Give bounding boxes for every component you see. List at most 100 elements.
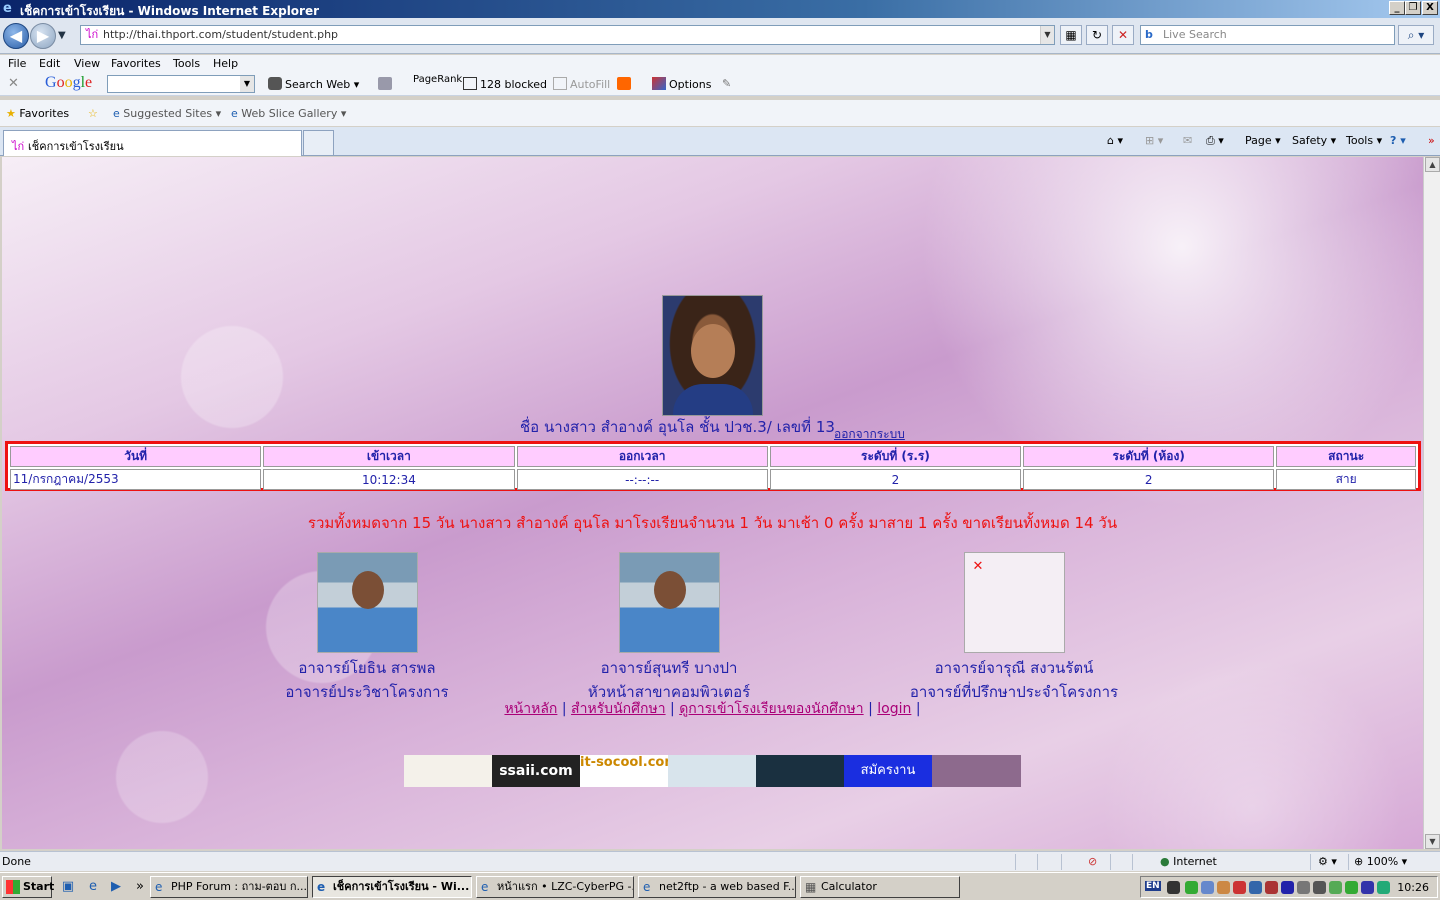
favorites-button[interactable]: ★ Favorites [6, 107, 69, 120]
banner-ad[interactable]: ssaii.com [492, 755, 580, 787]
menu-file[interactable]: File [8, 57, 26, 70]
add-favorite-icon[interactable]: ☆ [88, 107, 98, 120]
banner-ad[interactable] [932, 755, 1021, 787]
privacy-icon[interactable]: ⊘ [1088, 855, 1097, 868]
close-toolbar-icon[interactable]: ✕ [8, 76, 19, 91]
page-menu[interactable]: Page ▾ [1245, 134, 1281, 147]
suggested-sites-button[interactable]: e Suggested Sites ▾ [113, 107, 221, 120]
taskbar-button-active[interactable]: e เช็คการเข้าโรงเรียน - Wi... [312, 876, 472, 898]
tray-icon[interactable] [1217, 881, 1230, 894]
taskbar-button[interactable]: e หน้าแรก • LZC-CyberPG -... [476, 876, 634, 898]
autofill-button[interactable]: AutoFill [553, 77, 610, 91]
ie-quicklaunch-icon[interactable]: e [85, 879, 101, 895]
attendance-summary: รวมทั้งหมดจาก 15 วัน นางสาว สำอางค์ อุนโ… [307, 514, 1118, 532]
pencil-icon[interactable]: ✎ [722, 77, 731, 90]
search-input[interactable]: b Live Search [1140, 25, 1395, 45]
safety-menu[interactable]: Safety ▾ [1292, 134, 1336, 147]
banner-ad[interactable] [404, 755, 492, 787]
zoom-control[interactable]: ⊕ 100% ▾ [1354, 855, 1407, 868]
tray-icon[interactable] [1249, 881, 1262, 894]
vertical-scrollbar[interactable]: ▲ ▼ [1423, 157, 1440, 849]
home-icon[interactable]: ⌂ ▾ [1107, 134, 1123, 147]
tools-menu[interactable]: Tools ▾ [1346, 134, 1382, 147]
compatibility-view-button[interactable]: ▦ [1060, 25, 1082, 45]
more-quicklaunch-icon[interactable]: » [132, 879, 148, 895]
tray-icon[interactable] [1329, 881, 1342, 894]
status-text: Done [2, 855, 31, 868]
login-link[interactable]: login [877, 701, 911, 717]
clock[interactable]: 10:26 [1397, 881, 1429, 894]
menu-help[interactable]: Help [213, 57, 238, 70]
tray-icon[interactable] [1265, 881, 1278, 894]
tray-icon[interactable] [1297, 881, 1310, 894]
more-commands-icon[interactable]: » [1428, 134, 1435, 147]
language-indicator[interactable]: EN [1145, 881, 1161, 891]
stop-button[interactable]: ✕ [1112, 25, 1134, 45]
globe-icon: ● [1160, 855, 1170, 868]
tray-icon[interactable] [1167, 881, 1180, 894]
tray-icon[interactable] [1313, 881, 1326, 894]
tray-icon[interactable] [1345, 881, 1358, 894]
google-logo[interactable]: Google [45, 74, 92, 92]
recent-pages-dropdown-icon[interactable]: ▼ [58, 30, 66, 41]
taskbar-button[interactable]: ▦ Calculator [800, 876, 960, 898]
menu-bar: File Edit View Favorites Tools Help [0, 55, 1440, 72]
taskbar-button[interactable]: e PHP Forum : ถาม-ตอบ ก... [150, 876, 308, 898]
tray-icon[interactable] [1233, 881, 1246, 894]
google-search-dropdown-icon[interactable]: ▼ [240, 76, 254, 92]
new-tab-button[interactable] [303, 130, 334, 155]
address-dropdown-icon[interactable]: ▼ [1040, 26, 1054, 44]
menu-edit[interactable]: Edit [39, 57, 60, 70]
tray-icon[interactable] [1281, 881, 1294, 894]
taskbar-button[interactable]: e net2ftp - a web based F... [638, 876, 796, 898]
mail-icon[interactable]: ✉ [1183, 134, 1192, 147]
tab-current[interactable]: ไก่ เช็คการเข้าโรงเรียน [3, 130, 302, 156]
menu-view[interactable]: View [74, 57, 100, 70]
banner-ad[interactable]: สมัครงาน [844, 755, 932, 787]
ie-page-icon: e [113, 107, 120, 120]
refresh-button[interactable]: ↻ [1086, 25, 1108, 45]
forward-button[interactable]: ▶ [30, 23, 56, 49]
print-icon[interactable]: ⎙ ▾ [1206, 134, 1224, 148]
feeds-icon[interactable]: ⊞ ▾ [1145, 134, 1163, 147]
address-input[interactable]: ไก่ http://thai.thport.com/student/stude… [80, 25, 1055, 45]
minimize-button[interactable]: _ [1389, 1, 1405, 15]
home-link[interactable]: หน้าหลัก [504, 701, 557, 717]
address-row: ◀ ▶ ▼ ไก่ http://thai.thport.com/student… [0, 18, 1440, 54]
protected-mode-icon[interactable]: ⚙ ▾ [1318, 855, 1337, 868]
menu-favorites[interactable]: Favorites [111, 57, 161, 70]
status-bar: Done ⊘ ● Internet ⚙ ▾ ⊕ 100% ▾ [0, 851, 1440, 871]
tray-icon[interactable] [1201, 881, 1214, 894]
close-button[interactable]: X [1422, 1, 1438, 15]
media-player-icon[interactable]: ▶ [108, 879, 124, 895]
search-web-button[interactable]: Search Web ▾ [268, 77, 359, 91]
restore-button[interactable]: ❐ [1405, 1, 1421, 15]
help-icon[interactable]: ? ▾ [1390, 134, 1406, 147]
col-out-time-header: ออกเวลา [516, 446, 768, 467]
scroll-up-icon[interactable]: ▲ [1425, 157, 1440, 172]
for-students-link[interactable]: สำหรับนักศึกษา [571, 701, 666, 717]
google-search-input[interactable]: ▼ [107, 75, 255, 93]
banner-ad[interactable]: it-socool.com [580, 755, 668, 787]
pagerank-indicator: PageRank [413, 74, 463, 85]
ie-icon: e [317, 880, 326, 894]
back-button[interactable]: ◀ [3, 23, 29, 49]
banner-ad[interactable] [756, 755, 844, 787]
security-zone[interactable]: ● Internet [1160, 855, 1217, 868]
tray-icon[interactable] [1185, 881, 1198, 894]
search-go-button[interactable]: ⌕ ▾ [1398, 25, 1434, 45]
highlight-icon[interactable] [378, 77, 395, 91]
start-button[interactable]: Start [2, 876, 54, 898]
tray-icon[interactable] [1377, 881, 1390, 894]
scroll-down-icon[interactable]: ▼ [1425, 834, 1440, 849]
show-desktop-icon[interactable]: ▣ [60, 879, 76, 895]
blogger-icon[interactable] [617, 77, 634, 91]
web-slice-gallery-button[interactable]: e Web Slice Gallery ▾ [231, 107, 346, 120]
view-attendance-link[interactable]: ดูการเข้าโรงเรียนของนักศึกษา [679, 701, 863, 717]
banner-ad[interactable] [668, 755, 756, 787]
popup-blocker-button[interactable]: 128 blocked [463, 77, 547, 91]
teacher-photo [316, 552, 418, 653]
tray-icon[interactable] [1361, 881, 1374, 894]
options-button[interactable]: Options [652, 77, 711, 91]
menu-tools[interactable]: Tools [173, 57, 200, 70]
